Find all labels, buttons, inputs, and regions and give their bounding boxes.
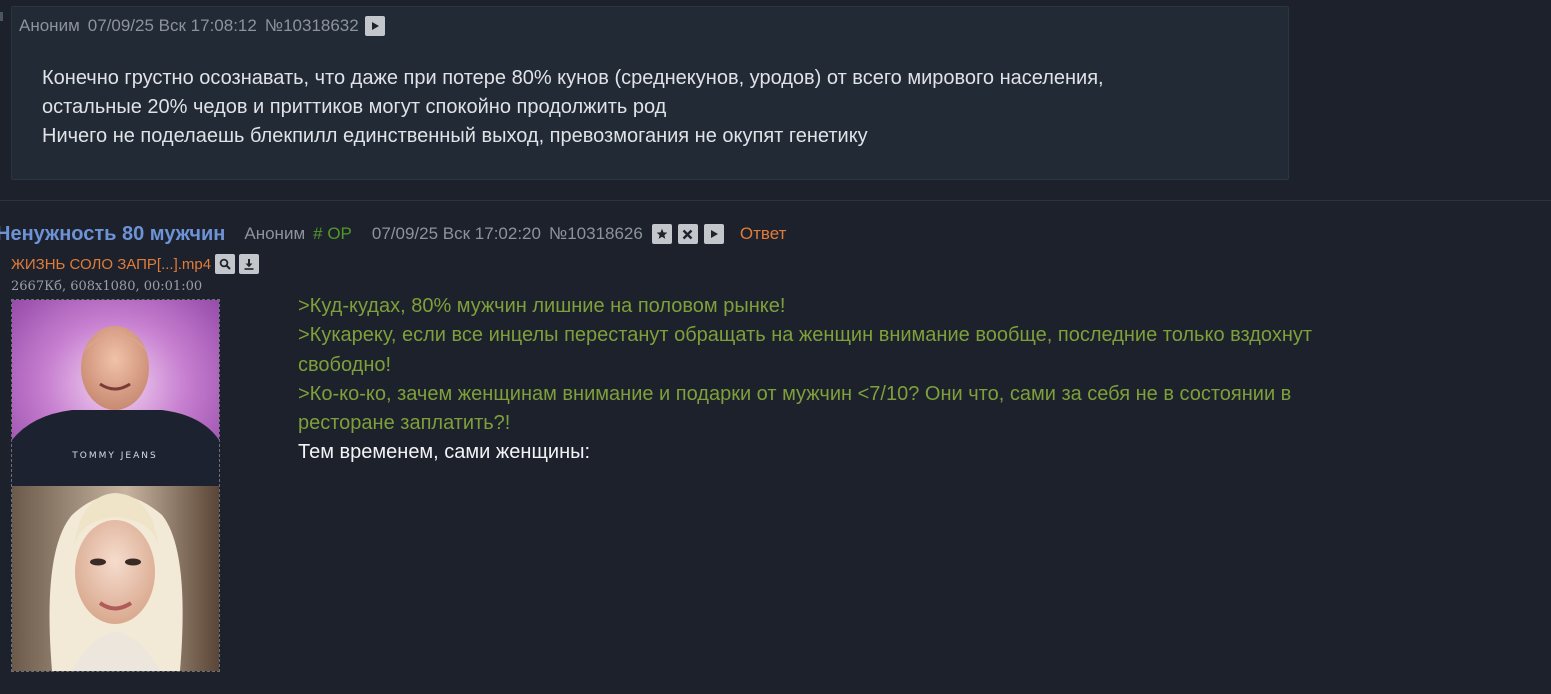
- reply-link[interactable]: Ответ: [740, 224, 787, 244]
- post-line: Ничего не поделаешь блекпилл единственны…: [42, 125, 868, 147]
- post-number[interactable]: №10318626: [549, 224, 643, 244]
- op-post-body: >Куд-кудах, 80% мужчин лишние на половом…: [298, 292, 1528, 468]
- reply-marker: [0, 12, 3, 21]
- op-trip: # OP: [313, 224, 352, 243]
- post-author: Аноним: [244, 224, 306, 243]
- post-body: Конечно грустно осознавать, что даже при…: [42, 64, 1282, 151]
- close-icon[interactable]: [677, 224, 698, 244]
- file-meta: 2667Кб, 608x1080, 00:01:00: [11, 279, 203, 294]
- greentext-line: ресторане заплатить?!: [298, 412, 511, 435]
- thread-page: Аноним 07/09/25 Вск 17:08:12 №10318632 К…: [0, 0, 1551, 694]
- download-icon[interactable]: [239, 254, 260, 274]
- file-name-link[interactable]: ЖИЗНЬ СОЛО ЗАПР[...].mp4: [11, 256, 211, 273]
- post-meta: Аноним 07/09/25 Вск 17:08:12 №10318632: [19, 15, 385, 37]
- post-line: остальные 20% чедов и приттиков могут сп…: [42, 96, 667, 118]
- greentext-line: >Куд-кудах, 80% мужчин лишние на половом…: [298, 295, 786, 317]
- post-line: Конечно грустно осознавать, что даже при…: [42, 67, 1104, 89]
- reply-post: Аноним 07/09/25 Вск 17:08:12 №10318632 К…: [11, 6, 1289, 180]
- thread-divider: [0, 200, 1551, 201]
- op-header: Ненужность 80 мужчин Аноним # OP 07/09/2…: [0, 221, 786, 247]
- post-number[interactable]: №10318632: [265, 16, 359, 36]
- play-icon[interactable]: [364, 16, 385, 36]
- thread-title: Ненужность 80 мужчин: [0, 222, 226, 245]
- play-icon[interactable]: [703, 224, 724, 244]
- greentext-line: >Кукареку, если все инцелы перестанут об…: [298, 324, 1313, 347]
- post-text-line: Тем временем, сами женщины:: [298, 441, 591, 464]
- post-date: 07/09/25 Вск 17:08:12: [87, 16, 257, 35]
- video-thumbnail[interactable]: TOMMY JEANS: [11, 299, 220, 672]
- svg-text:TOMMY JEANS: TOMMY JEANS: [71, 451, 157, 461]
- greentext-line: свободно!: [298, 353, 392, 376]
- file-info: ЖИЗНЬ СОЛО ЗАПР[...].mp4: [11, 254, 260, 274]
- search-icon[interactable]: [215, 254, 236, 274]
- star-icon[interactable]: [651, 224, 672, 244]
- post-date: 07/09/25 Вск 17:02:20: [371, 224, 541, 243]
- greentext-line: >Ко-ко-ко, зачем женщинам внимание и под…: [298, 382, 1292, 405]
- post-author: Аноним: [19, 16, 80, 35]
